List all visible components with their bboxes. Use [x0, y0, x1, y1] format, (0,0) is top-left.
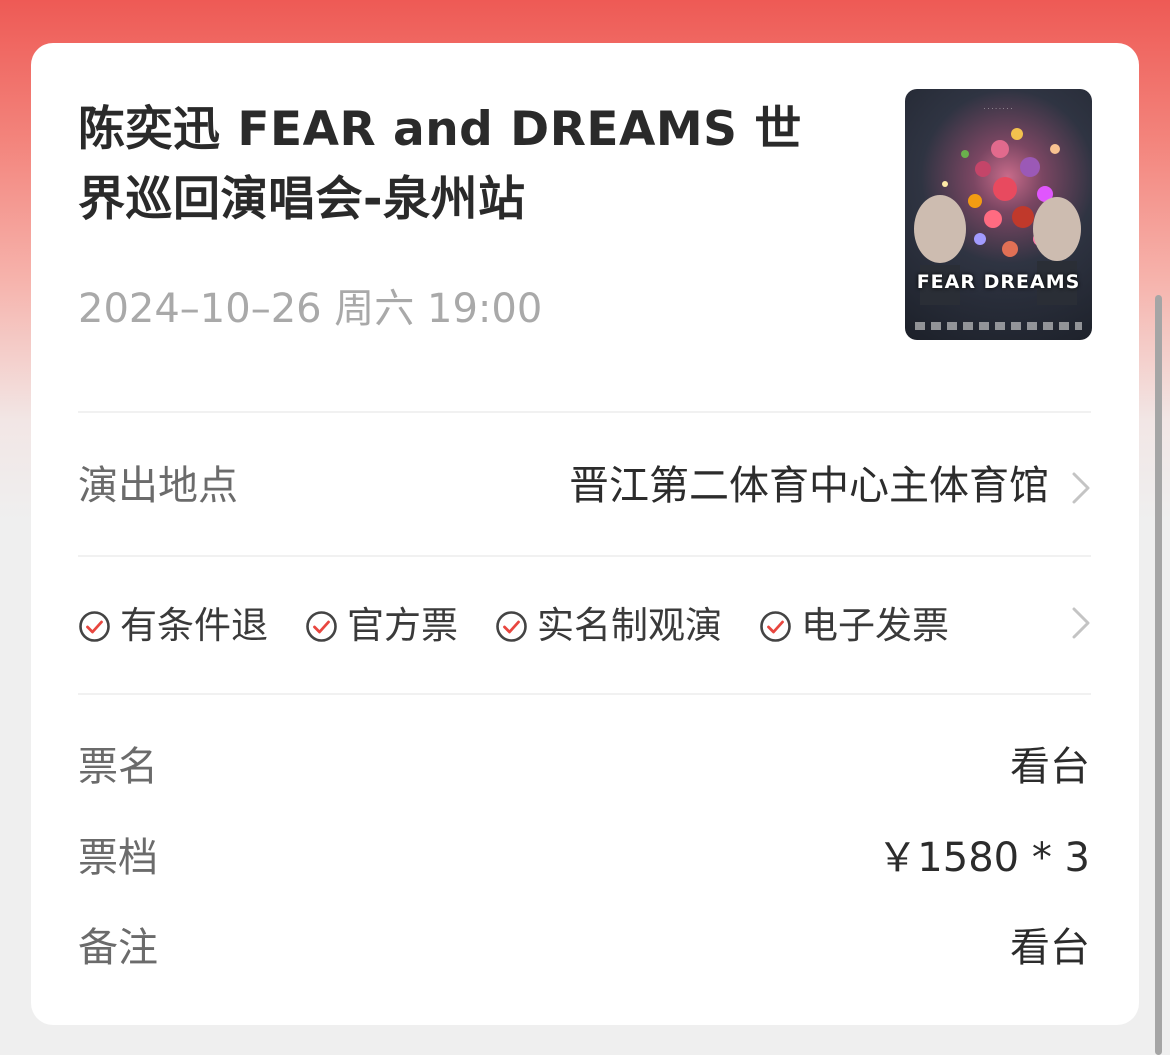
tag-label: 实名制观演 [537, 604, 722, 647]
concert-poster-image[interactable]: · · · · · · · · FEAR DREAMS [905, 89, 1092, 340]
divider [78, 411, 1091, 413]
tag-real-name: 实名制观演 [495, 601, 722, 651]
poster-sponsor-strip [915, 322, 1082, 330]
tag-conditional-refund: 有条件退 [78, 601, 268, 651]
ticket-price-value: ￥1580 * 3 [877, 835, 1090, 881]
tag-e-invoice: 电子发票 [759, 601, 949, 651]
ticket-note-value: 看台 [1010, 925, 1090, 971]
divider [78, 693, 1091, 695]
ticket-price-label: 票档 [78, 835, 158, 881]
check-circle-icon [496, 610, 527, 642]
check-circle-icon [306, 610, 337, 642]
event-datetime: 2024–10–26 周六 19:00 [78, 286, 543, 332]
svg-text:· · · · · · · ·: · · · · · · · · [984, 106, 1013, 113]
service-tags[interactable]: 有条件退 官方票 实名制观演 电子发票 [78, 601, 986, 651]
check-circle-icon [760, 610, 791, 642]
check-circle-icon [79, 610, 110, 642]
ticket-name-label: 票名 [78, 744, 158, 790]
poster-artwork: · · · · · · · · [914, 106, 1081, 305]
ticket-order-card: 陈奕迅 FEAR and DREAMS 世界巡回演唱会-泉州站 2024–10–… [31, 43, 1139, 1025]
venue-label: 演出地点 [78, 463, 238, 509]
poster-brand-text: FEAR DREAMS [916, 271, 1081, 293]
tag-official-ticket: 官方票 [305, 601, 458, 651]
event-title: 陈奕迅 FEAR and DREAMS 世界巡回演唱会-泉州站 [78, 102, 802, 227]
venue-value[interactable]: 晋江第二体育中心主体育馆 [569, 458, 1049, 514]
tag-label: 电子发票 [801, 604, 949, 647]
ticket-name-value: 看台 [1010, 744, 1090, 790]
chevron-right-icon[interactable] [1070, 470, 1092, 506]
ticket-note-label: 备注 [78, 925, 158, 971]
scrollbar[interactable] [1155, 295, 1162, 1055]
tag-label: 有条件退 [120, 604, 268, 647]
chevron-right-icon[interactable] [1070, 605, 1092, 641]
tag-label: 官方票 [347, 604, 458, 647]
divider [78, 555, 1091, 557]
